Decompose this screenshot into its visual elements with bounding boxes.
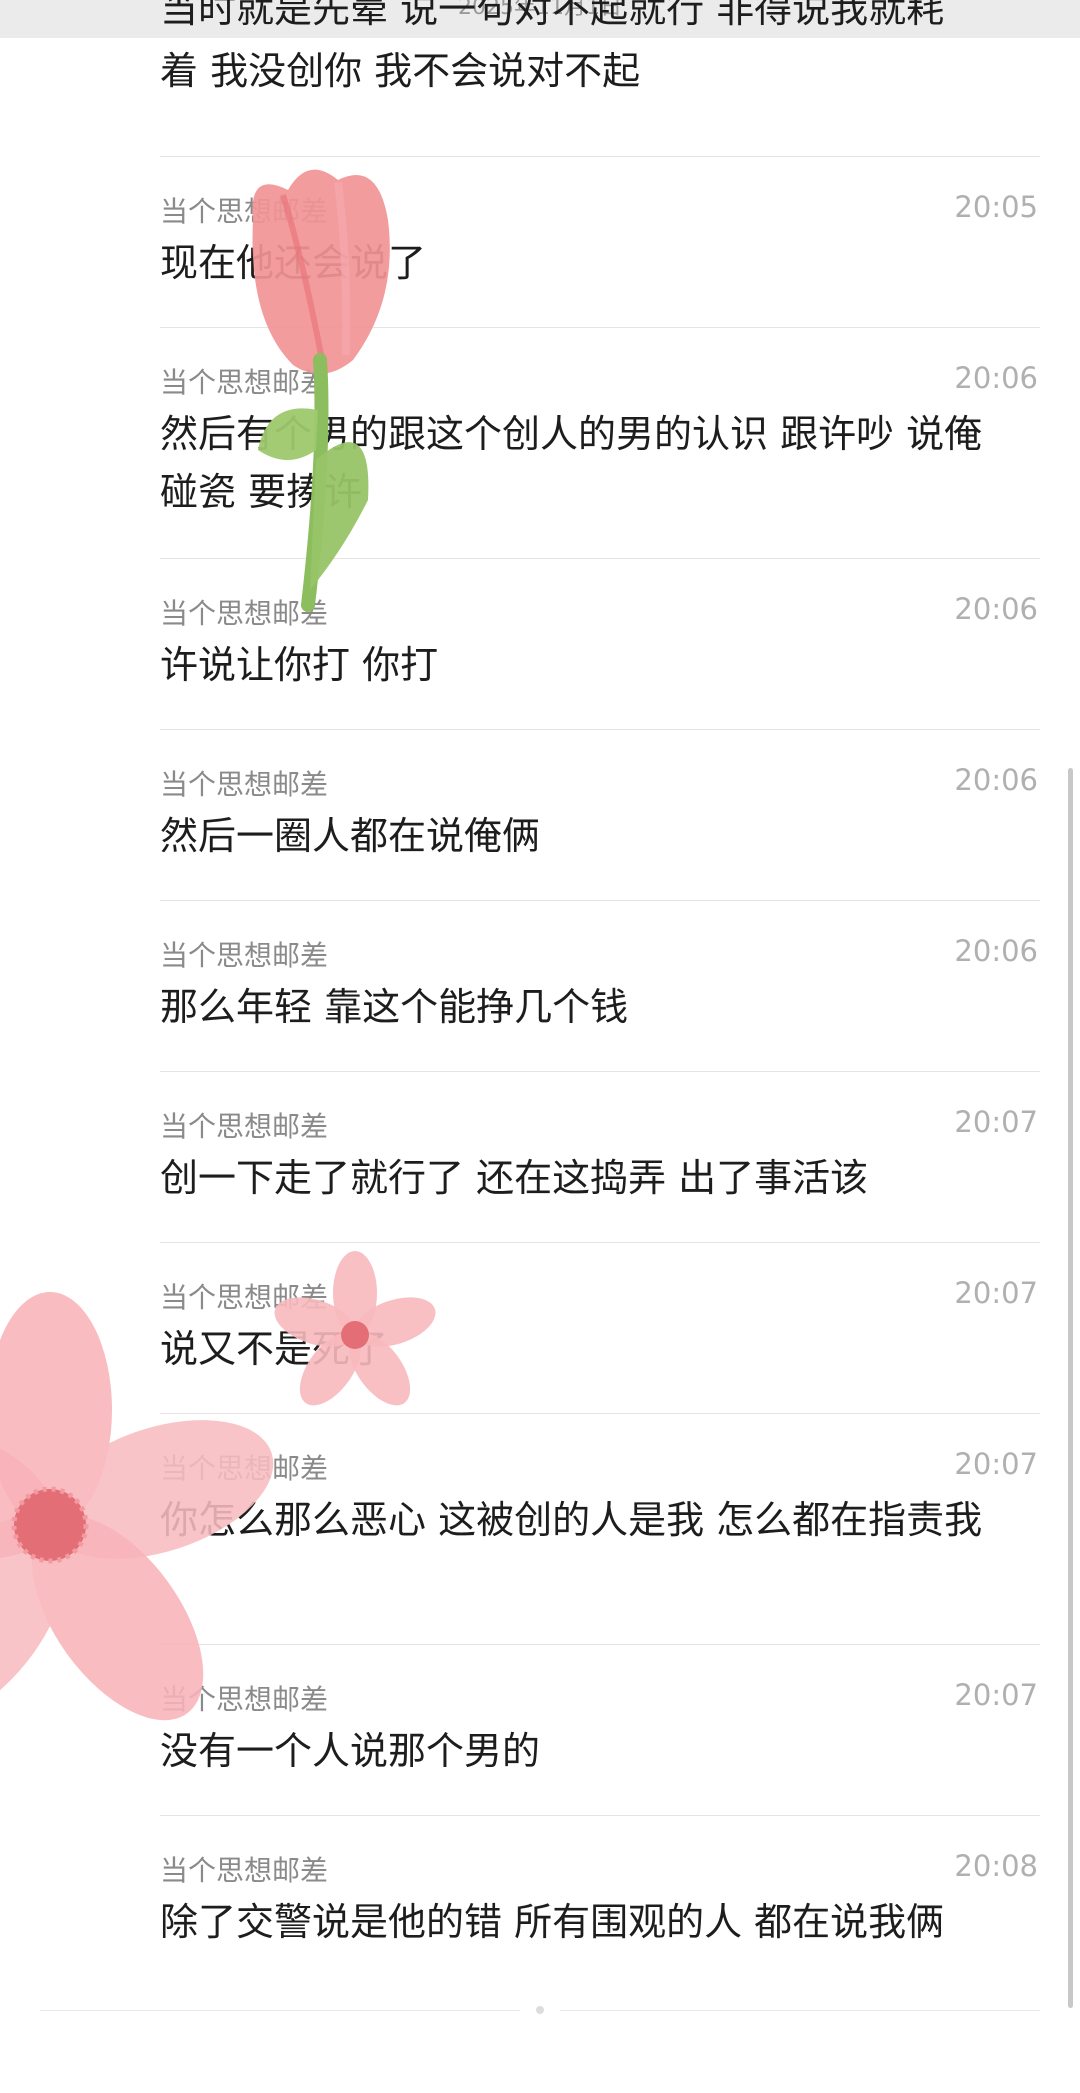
sender-name: 当个思想邮差 bbox=[160, 195, 329, 228]
message-text: 创一下走了就行了 还在这捣弄 出了事活该 bbox=[160, 1156, 869, 1200]
message-time: 20:07 bbox=[954, 1447, 1038, 1481]
message-separator bbox=[160, 1644, 1040, 1645]
message-list: 当个思想邮差 20:05 现在他还会说了 当个思想邮差 20:06 然后有个男的… bbox=[0, 0, 1080, 2093]
sender-name: 当个思想邮差 bbox=[160, 597, 329, 630]
message-separator bbox=[160, 327, 1040, 328]
message-time: 20:08 bbox=[954, 1849, 1038, 1883]
message-separator bbox=[160, 729, 1040, 730]
list-end-divider-left bbox=[40, 2010, 520, 2011]
message-text: 然后有个男的跟这个创人的男的认识 跟许吵 说俺碰瓷 要揍许 bbox=[160, 412, 983, 514]
message-separator bbox=[160, 1815, 1040, 1816]
message-time: 20:07 bbox=[954, 1276, 1038, 1310]
sender-name: 当个思想邮差 bbox=[160, 939, 329, 972]
message-text: 没有一个人说那个男的 bbox=[160, 1729, 541, 1773]
message-time: 20:06 bbox=[954, 361, 1038, 395]
message-text: 现在他还会说了 bbox=[160, 241, 427, 285]
scrollbar[interactable] bbox=[1068, 768, 1073, 2008]
sender-name: 当个思想邮差 bbox=[160, 366, 329, 399]
message-text: 除了交警说是他的错 所有围观的人 都在说我俩 bbox=[160, 1900, 945, 1944]
sender-name: 当个思想邮差 bbox=[160, 1452, 329, 1485]
message-text: 许说让你打 你打 bbox=[160, 643, 439, 687]
list-end-dot bbox=[536, 2006, 544, 2014]
message-text: 你怎么那么恶心 这被创的人是我 怎么都在指责我 bbox=[160, 1498, 983, 1542]
message-time: 20:06 bbox=[954, 592, 1038, 626]
message-separator bbox=[160, 900, 1040, 901]
message-text: 说又不是死了 bbox=[160, 1327, 389, 1371]
message-time: 20:06 bbox=[954, 934, 1038, 968]
sender-name: 当个思想邮差 bbox=[160, 1110, 329, 1143]
message-separator bbox=[160, 558, 1040, 559]
message-text: 那么年轻 靠这个能挣几个钱 bbox=[160, 985, 629, 1029]
message-time: 20:07 bbox=[954, 1678, 1038, 1712]
message-separator bbox=[160, 1071, 1040, 1072]
message-time: 20:07 bbox=[954, 1105, 1038, 1139]
message-time: 20:06 bbox=[954, 763, 1038, 797]
list-end-divider-right bbox=[560, 2010, 1040, 2011]
sender-name: 当个思想邮差 bbox=[160, 1854, 329, 1887]
sender-name: 当个思想邮差 bbox=[160, 1281, 329, 1314]
message-separator bbox=[160, 1242, 1040, 1243]
message-separator bbox=[160, 1413, 1040, 1414]
message-text: 然后一圈人都在说俺俩 bbox=[160, 814, 541, 858]
sender-name: 当个思想邮差 bbox=[160, 768, 329, 801]
sender-name: 当个思想邮差 bbox=[160, 1683, 329, 1716]
message-time: 20:05 bbox=[954, 190, 1038, 224]
